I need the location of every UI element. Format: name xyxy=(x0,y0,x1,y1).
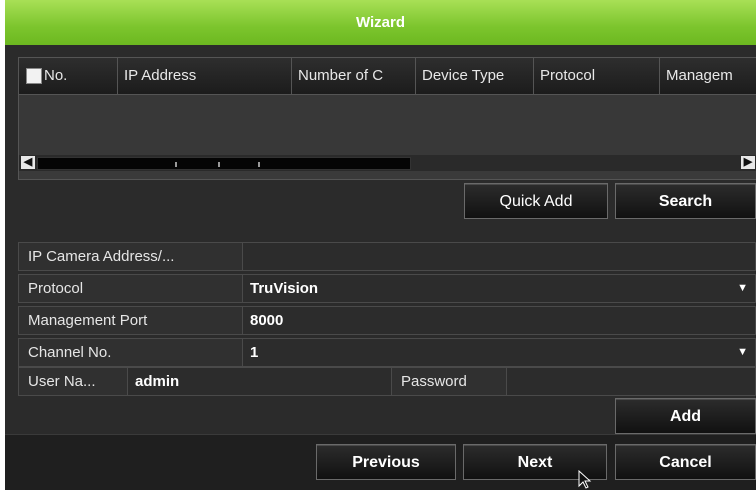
cancel-button[interactable]: Cancel xyxy=(615,444,756,480)
select-all-checkbox[interactable] xyxy=(26,68,42,84)
scrollbar-tick xyxy=(175,162,177,167)
table-header: No. IP Address Number of C Device Type P… xyxy=(19,58,756,95)
quick-add-button[interactable]: Quick Add xyxy=(464,183,608,219)
device-table: No. IP Address Number of C Device Type P… xyxy=(18,57,756,180)
protocol-select[interactable]: TruVision ▼ xyxy=(242,275,755,302)
table-body xyxy=(19,95,756,155)
protocol-row: Protocol TruVision ▼ xyxy=(18,274,756,303)
column-header-no[interactable]: No. xyxy=(41,58,117,94)
column-header-number-of-channels[interactable]: Number of C xyxy=(291,58,415,94)
ip-address-row: IP Camera Address/... xyxy=(18,242,756,271)
chevron-down-icon: ▼ xyxy=(737,346,748,358)
management-port-label: Management Port xyxy=(28,312,148,329)
mouse-cursor-icon xyxy=(578,470,592,489)
scroll-right-arrow-icon[interactable]: ▶ xyxy=(741,156,755,169)
column-header-device-type[interactable]: Device Type xyxy=(415,58,533,94)
scrollbar-thumb[interactable] xyxy=(37,157,411,170)
ip-address-input[interactable] xyxy=(242,243,755,270)
credentials-row: User Na... admin Password xyxy=(18,367,756,396)
channel-select[interactable]: 1 ▼ xyxy=(242,339,755,366)
wizard-dialog: Wizard No. IP Address Number of C Device… xyxy=(5,0,756,490)
channel-row: Channel No. 1 ▼ xyxy=(18,338,756,367)
title-bar: Wizard xyxy=(5,0,756,45)
username-input[interactable]: admin xyxy=(127,368,391,395)
channel-value: 1 xyxy=(250,344,259,361)
column-header-management-port[interactable]: Managem xyxy=(659,58,756,94)
window-title: Wizard xyxy=(355,14,406,31)
protocol-value: TruVision xyxy=(250,280,319,297)
column-header-protocol[interactable]: Protocol xyxy=(533,58,659,94)
scrollbar-tick xyxy=(258,162,260,167)
horizontal-scrollbar[interactable]: ◀ ▶ xyxy=(19,155,756,171)
add-button[interactable]: Add xyxy=(615,398,756,434)
search-button[interactable]: Search xyxy=(615,183,756,219)
protocol-label: Protocol xyxy=(28,280,84,297)
channel-label: Channel No. xyxy=(28,344,112,361)
username-label: User Na... xyxy=(28,373,96,390)
chevron-down-icon: ▼ xyxy=(737,282,748,294)
management-port-row: Management Port 8000 xyxy=(18,306,756,335)
scrollbar-tick xyxy=(218,162,220,167)
column-header-ip-address[interactable]: IP Address xyxy=(117,58,291,94)
management-port-input[interactable]: 8000 xyxy=(242,307,755,334)
password-input[interactable] xyxy=(506,368,755,395)
scroll-left-arrow-icon[interactable]: ◀ xyxy=(21,156,35,169)
ip-address-label: IP Camera Address/... xyxy=(28,248,175,265)
previous-button[interactable]: Previous xyxy=(316,444,456,480)
password-label: Password xyxy=(391,368,506,395)
